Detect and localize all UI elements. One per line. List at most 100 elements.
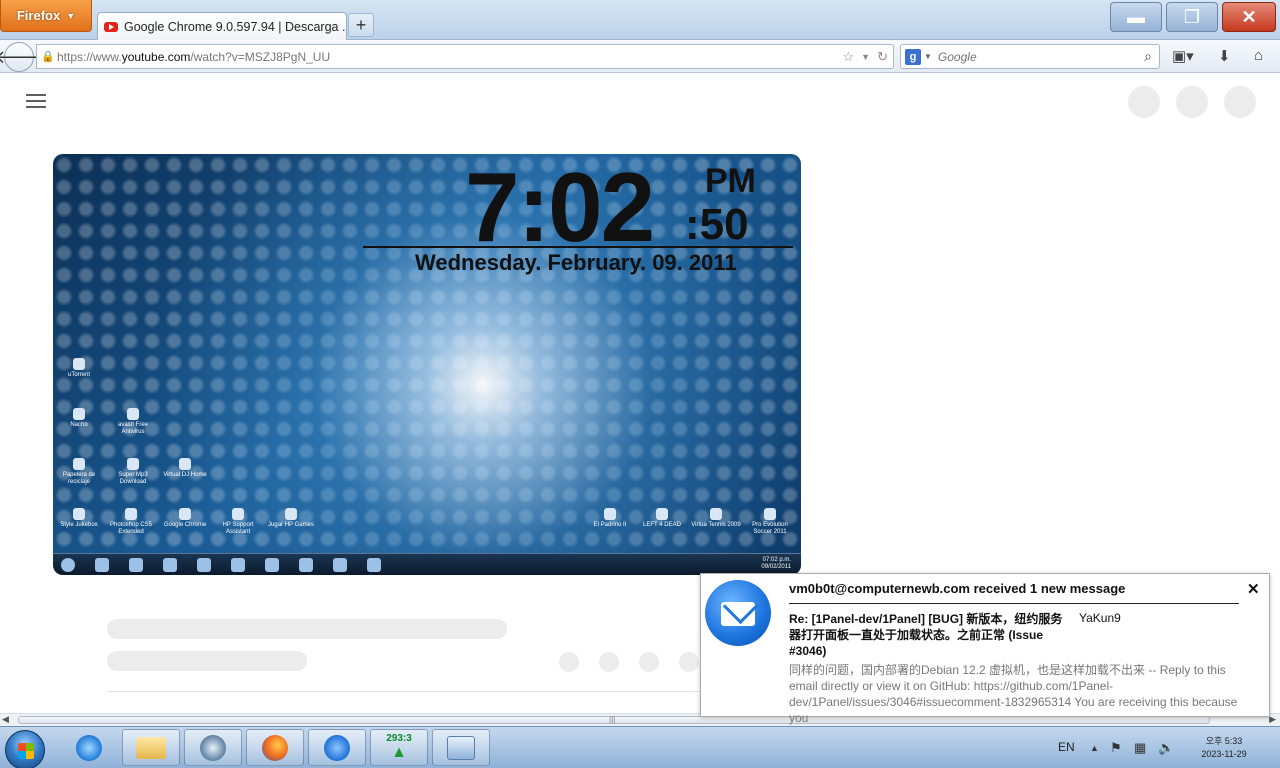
lock-icon: 🔒 — [41, 51, 55, 63]
thunderbird-icon — [324, 734, 350, 761]
chrome-icon — [179, 508, 191, 520]
messenger-icon — [299, 558, 313, 572]
volume-icon[interactable]: 🔈 — [1158, 740, 1174, 756]
firefox-menu-button[interactable]: Firefox ▼ — [0, 0, 92, 32]
start-button[interactable] — [5, 730, 45, 768]
skeleton-avatar — [1224, 86, 1256, 118]
desktop-icon: Style Jukebox — [54, 508, 104, 529]
browser-titlebar: Firefox ▼ Google Chrome 9.0.597.94 | Des… — [0, 0, 1280, 40]
app-icon — [73, 508, 85, 520]
game-icon — [604, 508, 616, 520]
url-prefix: https://www. — [57, 49, 122, 64]
internet-explorer-icon — [76, 734, 102, 761]
taskbar-thunderbird[interactable] — [308, 729, 366, 766]
app-icon — [127, 408, 139, 420]
taskbar-firefox[interactable] — [246, 729, 304, 766]
skeleton-action — [639, 652, 659, 672]
desktop-icon: uTorrent — [54, 358, 104, 379]
tab-active[interactable]: Google Chrome 9.0.597.94 | Descarga ... — [97, 12, 347, 40]
scroll-right-icon[interactable]: ▶ — [1269, 714, 1276, 725]
search-engine-chevron-icon[interactable]: ▼ — [924, 52, 932, 61]
grip-icon: ||| — [609, 715, 616, 724]
thunderbird-logo-icon — [705, 580, 771, 646]
video-tray-clock: 07:02 p.m. 09/02/2011 — [761, 557, 791, 571]
youtube-favicon-icon — [104, 21, 118, 32]
taskbar-media-center[interactable] — [184, 729, 242, 766]
desktop-icon: LEFT 4 DEAD — [637, 508, 687, 529]
skeleton-avatar — [1128, 86, 1160, 118]
bookmark-star-icon[interactable]: ☆ — [838, 49, 860, 65]
desktop-icon: Pro Evolution Soccer 2011 — [745, 508, 795, 535]
skeleton-action — [559, 652, 579, 672]
close-notification-button[interactable]: ✕ — [1247, 580, 1260, 598]
skeleton-title — [107, 619, 507, 639]
new-tab-button[interactable]: + — [348, 13, 374, 37]
clock-ampm: PM — [705, 162, 756, 200]
game-icon — [764, 508, 776, 520]
chevron-down-icon: ▼ — [66, 10, 76, 21]
reload-icon[interactable]: ↻ — [872, 49, 893, 65]
taskbar-file-explorer[interactable] — [122, 729, 180, 766]
skeleton-action — [599, 652, 619, 672]
home-icon[interactable]: ⌂ — [1254, 47, 1263, 64]
video-player[interactable]: 7:02 PM :50 Wednesday. February. 09. 201… — [53, 154, 801, 575]
tray-clock[interactable]: 오후 5:33 2023-11-29 — [1188, 735, 1260, 761]
notification-subject[interactable]: Re: [1Panel-dev/1Panel] [BUG] 新版本，纽约服务器打… — [789, 611, 1071, 659]
url-bar[interactable]: 🔒 https://www.youtube.com/watch?v=MSZJ8P… — [36, 44, 894, 69]
app-icon — [127, 458, 139, 470]
dropdown-icon[interactable]: ▼ — [859, 52, 872, 62]
control-panel-icon — [447, 735, 475, 760]
taskbar-internet-explorer[interactable] — [60, 729, 118, 766]
counter-tree-icon: ▲ — [391, 743, 407, 761]
app-icon — [73, 358, 85, 370]
clock-date: Wednesday. February. 09. 2011 — [415, 250, 737, 275]
clock-time: 7:02 — [465, 154, 655, 262]
restore-icon: ❐ — [1183, 6, 1201, 27]
bookmarks-icon[interactable]: ▣▾ — [1172, 47, 1194, 65]
magnifier-icon[interactable]: ⌕ — [1137, 48, 1159, 65]
search-bar[interactable]: g ▼ ⌕ — [900, 44, 1160, 69]
skeleton-avatar — [1176, 86, 1208, 118]
skeleton-action — [679, 652, 699, 672]
download-icon[interactable]: ⬇ — [1218, 47, 1231, 65]
action-center-icon[interactable]: ⚑ — [1110, 740, 1122, 756]
desktop-icon: Virtua Tennis 2009 — [691, 508, 741, 529]
file-explorer-icon — [136, 736, 166, 759]
recycle-bin-icon — [73, 458, 85, 470]
game-icon — [710, 508, 722, 520]
tab-title: Google Chrome 9.0.597.94 | Descarga ... — [124, 19, 347, 34]
app-icon — [179, 458, 191, 470]
internet-explorer-icon — [129, 558, 143, 572]
plus-icon: + — [355, 14, 367, 35]
restore-button[interactable]: ❐ — [1166, 2, 1218, 32]
scroll-left-icon[interactable]: ◀ — [2, 714, 9, 725]
close-window-button[interactable]: ✕ — [1222, 2, 1276, 32]
desktop-icon: Virtual DJ Home — [160, 458, 210, 479]
minimize-button[interactable]: ▬ — [1110, 2, 1162, 32]
desktop-icon: Papelera de reciclaje — [54, 458, 104, 485]
hamburger-menu-icon[interactable] — [26, 94, 46, 108]
app-icon — [285, 508, 297, 520]
media-player-icon — [163, 558, 177, 572]
folder-icon — [95, 558, 109, 572]
firefox-icon — [262, 734, 288, 761]
clock-divider — [363, 246, 793, 248]
network-icon[interactable]: ▦ — [1134, 740, 1146, 756]
video-desktop-taskbar: 07:02 p.m. 09/02/2011 — [53, 553, 801, 575]
taskbar-control-panel[interactable] — [432, 729, 490, 766]
language-indicator[interactable]: EN — [1058, 740, 1075, 754]
skeleton-divider — [107, 691, 707, 692]
url-text[interactable]: https://www.youtube.com/watch?v=MSZJ8PgN… — [57, 50, 838, 64]
back-button[interactable]: 🡐 — [0, 42, 43, 72]
desktop-icon: El Padrino II — [585, 508, 635, 529]
clock-seconds: :50 — [685, 200, 749, 249]
thunderbird-notification[interactable]: vm0b0t@computernewb.com received 1 new m… — [700, 573, 1270, 725]
chevron-up-icon[interactable]: ▲ — [1090, 743, 1099, 753]
desktop-icon: HP Support Assistant — [213, 508, 263, 535]
desktop-icon: Super Mp3 Download — [108, 458, 158, 485]
search-input[interactable] — [937, 49, 1138, 64]
desktop-icon: Google Chrome — [160, 508, 210, 529]
google-search-icon[interactable]: g — [905, 48, 921, 65]
taskbar-counter-app[interactable]: 293:3 ▲ — [370, 729, 428, 766]
desktop-icon: avast! Free Antivirus — [108, 408, 158, 435]
